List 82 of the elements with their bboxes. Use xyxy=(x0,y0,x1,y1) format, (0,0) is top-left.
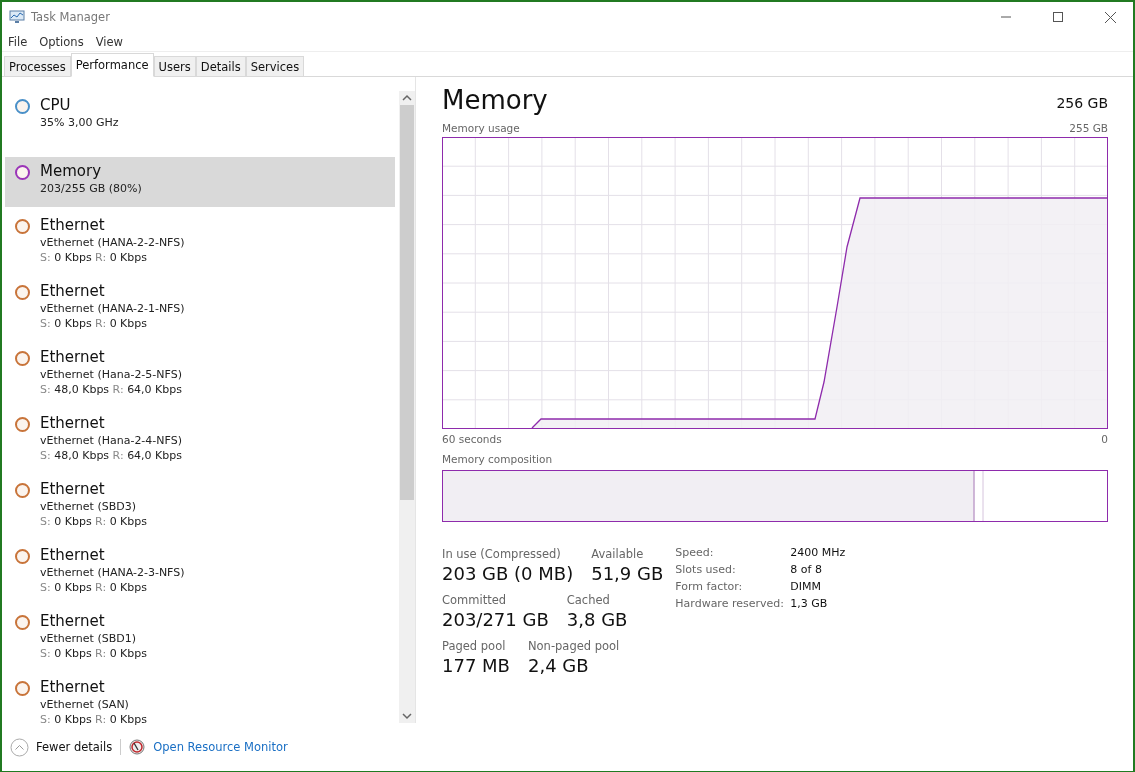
stat-value: 3,8 GB xyxy=(566,608,628,632)
adapter-name: vEthernet (Hana-2-5-NFS) xyxy=(40,367,183,382)
property-label: Speed: xyxy=(675,546,715,559)
throughput: S: 0 Kbps R: 0 Kbps xyxy=(40,646,148,661)
throughput: S: 0 Kbps R: 0 Kbps xyxy=(40,580,149,595)
item-name: Ethernet xyxy=(40,215,106,235)
sidebar-item[interactable]: Ethernet vEthernet (SAN) S: 0 Kbps R: 0 Kbps xyxy=(5,673,395,735)
adapter-name: vEthernet (Hana-2-4-NFS) xyxy=(40,433,183,448)
property-label: Hardware reserved: xyxy=(675,597,785,610)
property-label: Form factor: xyxy=(675,580,744,593)
composition-label: Memory composition xyxy=(442,452,553,466)
graph-max: 255 GB xyxy=(1069,121,1108,135)
stat-label: Cached xyxy=(566,592,611,608)
sidebar-item[interactable]: Ethernet vEthernet (Hana-2-4-NFS) S: 48,0 Kbps R: 64,0 Kbps xyxy=(5,409,395,471)
adapter-name: vEthernet (SBD1) xyxy=(40,631,137,646)
sidebar-item[interactable]: Ethernet vEthernet (SBD1) S: 0 Kbps R: 0 Kbps xyxy=(5,607,395,669)
adapter-name: vEthernet (HANA-2-2-NFS) xyxy=(40,235,185,250)
menu-item[interactable]: View xyxy=(95,34,123,49)
property-label: Slots used: xyxy=(675,563,737,576)
item-name: Ethernet xyxy=(40,281,106,301)
menu-item[interactable]: File xyxy=(8,34,28,49)
throughput: S: 0 Kbps R: 0 Kbps xyxy=(40,250,149,265)
item-name: Ethernet xyxy=(40,413,106,433)
scrollbar[interactable] xyxy=(399,91,415,723)
sidebar-item[interactable]: Memory 203/255 GB (80%) xyxy=(5,157,395,207)
stat-value: 203 GB (0 MB) xyxy=(442,562,574,586)
tab[interactable]: Performance xyxy=(70,53,154,77)
tab[interactable]: Users xyxy=(153,56,196,76)
resource-monitor-link[interactable]: Open Resource Monitor xyxy=(153,740,288,754)
fewer-details-button[interactable]: Fewer details xyxy=(10,737,113,757)
item-name: CPU xyxy=(40,95,72,115)
item-detail: 35% 3,00 GHz xyxy=(40,115,119,130)
item-name: Ethernet xyxy=(40,347,106,367)
item-name: Ethernet xyxy=(40,611,106,631)
adapter-name: vEthernet (SAN) xyxy=(40,697,130,712)
sidebar-item[interactable]: Ethernet vEthernet (HANA-2-3-NFS) S: 0 Kbps R: 0 Kbps xyxy=(5,541,395,603)
adapter-name: vEthernet (HANA-2-1-NFS) xyxy=(40,301,185,316)
sidebar-item[interactable]: Ethernet vEthernet (Hana-2-5-NFS) S: 48,0 Kbps R: 64,0 Kbps xyxy=(5,343,395,405)
item-detail: 203/255 GB (80%) xyxy=(40,181,142,196)
page-title: Memory xyxy=(442,85,548,115)
stat-label: Non-paged pool xyxy=(527,638,620,654)
maximize-icon xyxy=(1053,12,1063,22)
throughput: S: 0 Kbps R: 0 Kbps xyxy=(40,514,148,529)
tab[interactable]: Details xyxy=(195,56,246,76)
adapter-name: vEthernet (SBD3) xyxy=(40,499,137,514)
stat-value: 51,9 GB xyxy=(591,562,664,586)
total-memory: 256 GB xyxy=(1056,95,1108,113)
property-value: DIMM xyxy=(790,580,822,593)
gauge-icon xyxy=(129,739,146,755)
stat-value: 177 MB xyxy=(442,654,510,678)
stat-value: 2,4 GB xyxy=(527,654,590,678)
item-name: Ethernet xyxy=(40,479,106,499)
property-value: 2400 MHz xyxy=(790,546,846,559)
sidebar-item[interactable]: Ethernet vEthernet (SBD3) S: 0 Kbps R: 0 Kbps xyxy=(5,475,395,537)
time-span-label: 60 seconds xyxy=(442,432,502,446)
property-value: 8 of 8 xyxy=(790,563,823,576)
monitor-chart-icon xyxy=(9,10,25,24)
stat-label: In use (Compressed) xyxy=(442,546,562,562)
sidebar-item[interactable]: Ethernet vEthernet (HANA-2-2-NFS) S: 0 Kbps R: 0 Kbps xyxy=(5,211,395,273)
throughput: S: 48,0 Kbps R: 64,0 Kbps xyxy=(40,382,183,397)
graph-label: Memory usage xyxy=(442,121,520,135)
throughput: S: 0 Kbps R: 0 Kbps xyxy=(40,316,149,331)
tab[interactable]: Services xyxy=(245,56,305,76)
sidebar-item[interactable]: CPU 35% 3,00 GHz xyxy=(5,91,395,153)
stat-value: 203/271 GB xyxy=(442,608,549,632)
item-name: Ethernet xyxy=(40,677,106,697)
sidebar-item[interactable]: Ethernet vEthernet (HANA-2-1-NFS) S: 0 Kbps R: 0 Kbps xyxy=(5,277,395,339)
property-value: 1,3 GB xyxy=(790,597,829,610)
tab[interactable]: Processes xyxy=(4,56,71,76)
time-end-label: 0 xyxy=(1101,432,1108,446)
stat-label: Available xyxy=(591,546,645,562)
collapse-icon xyxy=(10,737,29,757)
item-name: Ethernet xyxy=(40,545,106,565)
menu-item[interactable]: Options xyxy=(39,34,84,49)
item-name: Memory xyxy=(40,161,102,181)
adapter-name: vEthernet (HANA-2-3-NFS) xyxy=(40,565,185,580)
throughput: S: 48,0 Kbps R: 64,0 Kbps xyxy=(40,448,183,463)
stat-label: Paged pool xyxy=(442,638,507,654)
window-title: Task Manager xyxy=(31,10,111,24)
stat-label: Committed xyxy=(442,592,508,608)
close-icon xyxy=(1104,11,1116,23)
throughput: S: 0 Kbps R: 0 Kbps xyxy=(40,712,148,727)
